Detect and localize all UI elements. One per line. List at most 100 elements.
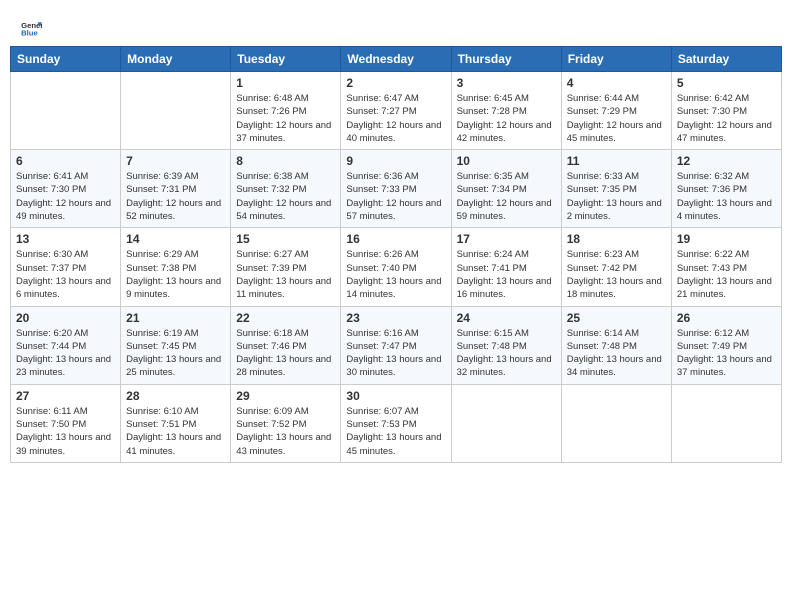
day-number: 2 — [346, 76, 445, 90]
day-number: 11 — [567, 154, 666, 168]
day-info: Sunrise: 6:20 AM Sunset: 7:44 PM Dayligh… — [16, 327, 115, 380]
day-number: 29 — [236, 389, 335, 403]
day-info: Sunrise: 6:09 AM Sunset: 7:52 PM Dayligh… — [236, 405, 335, 458]
day-info: Sunrise: 6:32 AM Sunset: 7:36 PM Dayligh… — [677, 170, 776, 223]
day-info: Sunrise: 6:44 AM Sunset: 7:29 PM Dayligh… — [567, 92, 666, 145]
calendar-table: SundayMondayTuesdayWednesdayThursdayFrid… — [10, 46, 782, 463]
calendar-day-cell: 14 Sunrise: 6:29 AM Sunset: 7:38 PM Dayli… — [121, 228, 231, 306]
day-info: Sunrise: 6:24 AM Sunset: 7:41 PM Dayligh… — [457, 248, 556, 301]
weekday-header: Sunday — [11, 47, 121, 72]
day-info: Sunrise: 6:22 AM Sunset: 7:43 PM Dayligh… — [677, 248, 776, 301]
calendar-day-cell: 9 Sunrise: 6:36 AM Sunset: 7:33 PM Daylig… — [341, 150, 451, 228]
day-info: Sunrise: 6:15 AM Sunset: 7:48 PM Dayligh… — [457, 327, 556, 380]
logo-icon: General Blue — [20, 18, 42, 40]
day-number: 9 — [346, 154, 445, 168]
day-number: 28 — [126, 389, 225, 403]
calendar-day-cell: 13 Sunrise: 6:30 AM Sunset: 7:37 PM Dayli… — [11, 228, 121, 306]
calendar-day-cell: 29 Sunrise: 6:09 AM Sunset: 7:52 PM Dayli… — [231, 384, 341, 462]
calendar-day-cell: 7 Sunrise: 6:39 AM Sunset: 7:31 PM Daylig… — [121, 150, 231, 228]
logo: General Blue — [20, 18, 44, 40]
calendar-week-row: 20 Sunrise: 6:20 AM Sunset: 7:44 PM Dayli… — [11, 306, 782, 384]
calendar-day-cell: 21 Sunrise: 6:19 AM Sunset: 7:45 PM Dayli… — [121, 306, 231, 384]
calendar-day-cell: 8 Sunrise: 6:38 AM Sunset: 7:32 PM Daylig… — [231, 150, 341, 228]
calendar-week-row: 1Sunrise: 6:48 AM Sunset: 7:26 PM Daylig… — [11, 72, 782, 150]
calendar-day-cell: 3Sunrise: 6:45 AM Sunset: 7:28 PM Daylig… — [451, 72, 561, 150]
day-number: 30 — [346, 389, 445, 403]
day-number: 1 — [236, 76, 335, 90]
weekday-header: Saturday — [671, 47, 781, 72]
day-number: 12 — [677, 154, 776, 168]
day-info: Sunrise: 6:30 AM Sunset: 7:37 PM Dayligh… — [16, 248, 115, 301]
calendar-day-cell: 25 Sunrise: 6:14 AM Sunset: 7:48 PM Dayli… — [561, 306, 671, 384]
day-number: 15 — [236, 232, 335, 246]
day-number: 24 — [457, 311, 556, 325]
day-info: Sunrise: 6:42 AM Sunset: 7:30 PM Dayligh… — [677, 92, 776, 145]
day-info: Sunrise: 6:36 AM Sunset: 7:33 PM Dayligh… — [346, 170, 445, 223]
day-number: 8 — [236, 154, 335, 168]
calendar-day-cell — [121, 72, 231, 150]
calendar-day-cell: 27Sunrise: 6:11 AM Sunset: 7:50 PM Dayli… — [11, 384, 121, 462]
day-info: Sunrise: 6:16 AM Sunset: 7:47 PM Dayligh… — [346, 327, 445, 380]
weekday-header: Thursday — [451, 47, 561, 72]
day-info: Sunrise: 6:33 AM Sunset: 7:35 PM Dayligh… — [567, 170, 666, 223]
calendar-day-cell: 28 Sunrise: 6:10 AM Sunset: 7:51 PM Dayli… — [121, 384, 231, 462]
calendar-week-row: 27Sunrise: 6:11 AM Sunset: 7:50 PM Dayli… — [11, 384, 782, 462]
day-info: Sunrise: 6:39 AM Sunset: 7:31 PM Dayligh… — [126, 170, 225, 223]
calendar-day-cell: 22Sunrise: 6:18 AM Sunset: 7:46 PM Dayli… — [231, 306, 341, 384]
day-number: 23 — [346, 311, 445, 325]
calendar-day-cell — [561, 384, 671, 462]
calendar-day-cell: 23 Sunrise: 6:16 AM Sunset: 7:47 PM Dayli… — [341, 306, 451, 384]
day-info: Sunrise: 6:38 AM Sunset: 7:32 PM Dayligh… — [236, 170, 335, 223]
day-info: Sunrise: 6:26 AM Sunset: 7:40 PM Dayligh… — [346, 248, 445, 301]
day-number: 27 — [16, 389, 115, 403]
day-info: Sunrise: 6:29 AM Sunset: 7:38 PM Dayligh… — [126, 248, 225, 301]
day-number: 25 — [567, 311, 666, 325]
day-info: Sunrise: 6:19 AM Sunset: 7:45 PM Dayligh… — [126, 327, 225, 380]
weekday-header: Friday — [561, 47, 671, 72]
calendar-day-cell — [671, 384, 781, 462]
day-info: Sunrise: 6:18 AM Sunset: 7:46 PM Dayligh… — [236, 327, 335, 380]
calendar-day-cell: 15 Sunrise: 6:27 AM Sunset: 7:39 PM Dayli… — [231, 228, 341, 306]
calendar-day-cell: 12 Sunrise: 6:32 AM Sunset: 7:36 PM Dayli… — [671, 150, 781, 228]
calendar-day-cell: 11 Sunrise: 6:33 AM Sunset: 7:35 PM Dayli… — [561, 150, 671, 228]
calendar-day-cell: 2Sunrise: 6:47 AM Sunset: 7:27 PM Daylig… — [341, 72, 451, 150]
calendar-week-row: 6 Sunrise: 6:41 AM Sunset: 7:30 PM Daylig… — [11, 150, 782, 228]
day-number: 6 — [16, 154, 115, 168]
day-number: 19 — [677, 232, 776, 246]
calendar-day-cell — [11, 72, 121, 150]
svg-text:Blue: Blue — [21, 29, 38, 38]
calendar-day-cell: 19 Sunrise: 6:22 AM Sunset: 7:43 PM Dayli… — [671, 228, 781, 306]
calendar-week-row: 13 Sunrise: 6:30 AM Sunset: 7:37 PM Dayli… — [11, 228, 782, 306]
day-number: 17 — [457, 232, 556, 246]
day-info: Sunrise: 6:45 AM Sunset: 7:28 PM Dayligh… — [457, 92, 556, 145]
weekday-header: Wednesday — [341, 47, 451, 72]
calendar-day-cell: 30 Sunrise: 6:07 AM Sunset: 7:53 PM Dayli… — [341, 384, 451, 462]
calendar-day-cell: 6 Sunrise: 6:41 AM Sunset: 7:30 PM Daylig… — [11, 150, 121, 228]
day-info: Sunrise: 6:23 AM Sunset: 7:42 PM Dayligh… — [567, 248, 666, 301]
calendar-day-cell: 26Sunrise: 6:12 AM Sunset: 7:49 PM Dayli… — [671, 306, 781, 384]
page-header: General Blue — [10, 10, 782, 46]
day-info: Sunrise: 6:41 AM Sunset: 7:30 PM Dayligh… — [16, 170, 115, 223]
calendar-day-cell: 4Sunrise: 6:44 AM Sunset: 7:29 PM Daylig… — [561, 72, 671, 150]
day-info: Sunrise: 6:35 AM Sunset: 7:34 PM Dayligh… — [457, 170, 556, 223]
calendar-header-row: SundayMondayTuesdayWednesdayThursdayFrid… — [11, 47, 782, 72]
calendar-day-cell: 24 Sunrise: 6:15 AM Sunset: 7:48 PM Dayli… — [451, 306, 561, 384]
day-number: 16 — [346, 232, 445, 246]
calendar-day-cell: 5Sunrise: 6:42 AM Sunset: 7:30 PM Daylig… — [671, 72, 781, 150]
day-number: 26 — [677, 311, 776, 325]
day-number: 18 — [567, 232, 666, 246]
calendar-day-cell: 16 Sunrise: 6:26 AM Sunset: 7:40 PM Dayli… — [341, 228, 451, 306]
day-info: Sunrise: 6:10 AM Sunset: 7:51 PM Dayligh… — [126, 405, 225, 458]
day-number: 13 — [16, 232, 115, 246]
day-number: 7 — [126, 154, 225, 168]
calendar-day-cell — [451, 384, 561, 462]
day-number: 20 — [16, 311, 115, 325]
day-info: Sunrise: 6:14 AM Sunset: 7:48 PM Dayligh… — [567, 327, 666, 380]
calendar-day-cell: 18 Sunrise: 6:23 AM Sunset: 7:42 PM Dayli… — [561, 228, 671, 306]
day-number: 10 — [457, 154, 556, 168]
day-info: Sunrise: 6:27 AM Sunset: 7:39 PM Dayligh… — [236, 248, 335, 301]
day-info: Sunrise: 6:07 AM Sunset: 7:53 PM Dayligh… — [346, 405, 445, 458]
day-number: 14 — [126, 232, 225, 246]
day-number: 21 — [126, 311, 225, 325]
weekday-header: Tuesday — [231, 47, 341, 72]
